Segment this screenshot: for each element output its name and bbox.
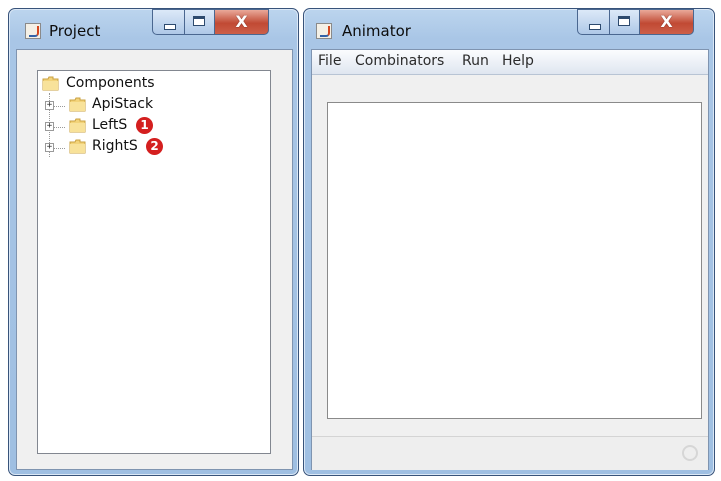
- expand-icon[interactable]: +: [45, 143, 54, 152]
- project-client-area: Components + ApiStack + LeftS 1 + RightS…: [16, 49, 293, 470]
- maximize-button[interactable]: [185, 9, 215, 35]
- close-button[interactable]: X: [640, 9, 694, 35]
- menu-file[interactable]: File: [318, 53, 341, 69]
- maximize-button[interactable]: [610, 9, 640, 35]
- number-badge: 2: [146, 138, 163, 155]
- number-badge: 1: [136, 117, 153, 134]
- project-window-title: Project: [49, 22, 101, 40]
- folder-icon: [69, 97, 86, 112]
- minimize-button[interactable]: [577, 9, 610, 35]
- tree-node-label: Components: [66, 75, 155, 91]
- animation-canvas[interactable]: [327, 102, 702, 419]
- minimize-icon: [164, 24, 176, 30]
- component-tree[interactable]: Components + ApiStack + LeftS 1 + RightS…: [37, 70, 271, 454]
- animator-titlebar[interactable]: Animator X: [304, 9, 714, 49]
- maximize-icon: [193, 16, 205, 26]
- tree-node-lefts[interactable]: + LeftS 1: [42, 116, 182, 136]
- animator-window-title: Animator: [342, 22, 411, 40]
- status-bar: [312, 436, 708, 470]
- java-cup-icon: [316, 23, 332, 39]
- project-titlebar[interactable]: Project X: [9, 9, 298, 49]
- expand-icon[interactable]: +: [45, 122, 54, 131]
- close-icon: X: [660, 12, 673, 31]
- menu-run[interactable]: Run: [462, 53, 489, 69]
- maximize-icon: [618, 16, 630, 26]
- animator-window: Animator X File Combinators Run Help: [303, 8, 715, 476]
- project-window: Project X Components + ApiStack + LeftS …: [8, 8, 299, 476]
- minimize-button[interactable]: [152, 9, 185, 35]
- busy-indicator-icon: [682, 445, 698, 461]
- tree-node-label: LeftS: [92, 117, 128, 133]
- menu-bar: File Combinators Run Help: [312, 50, 708, 75]
- minimize-icon: [589, 24, 601, 30]
- close-button[interactable]: X: [215, 9, 269, 35]
- tree-node-label: ApiStack: [92, 96, 154, 112]
- menu-combinators[interactable]: Combinators: [355, 53, 444, 69]
- tree-node-label: RightS: [92, 138, 138, 154]
- menu-help[interactable]: Help: [502, 53, 534, 69]
- close-icon: X: [235, 12, 248, 31]
- tree-node-rights[interactable]: + RightS 2: [42, 137, 182, 157]
- folder-icon: [69, 139, 86, 154]
- folder-icon: [42, 76, 59, 91]
- expand-icon[interactable]: +: [45, 101, 54, 110]
- java-cup-icon: [25, 23, 41, 39]
- folder-icon: [69, 118, 86, 133]
- animator-client-area: File Combinators Run Help: [311, 49, 709, 470]
